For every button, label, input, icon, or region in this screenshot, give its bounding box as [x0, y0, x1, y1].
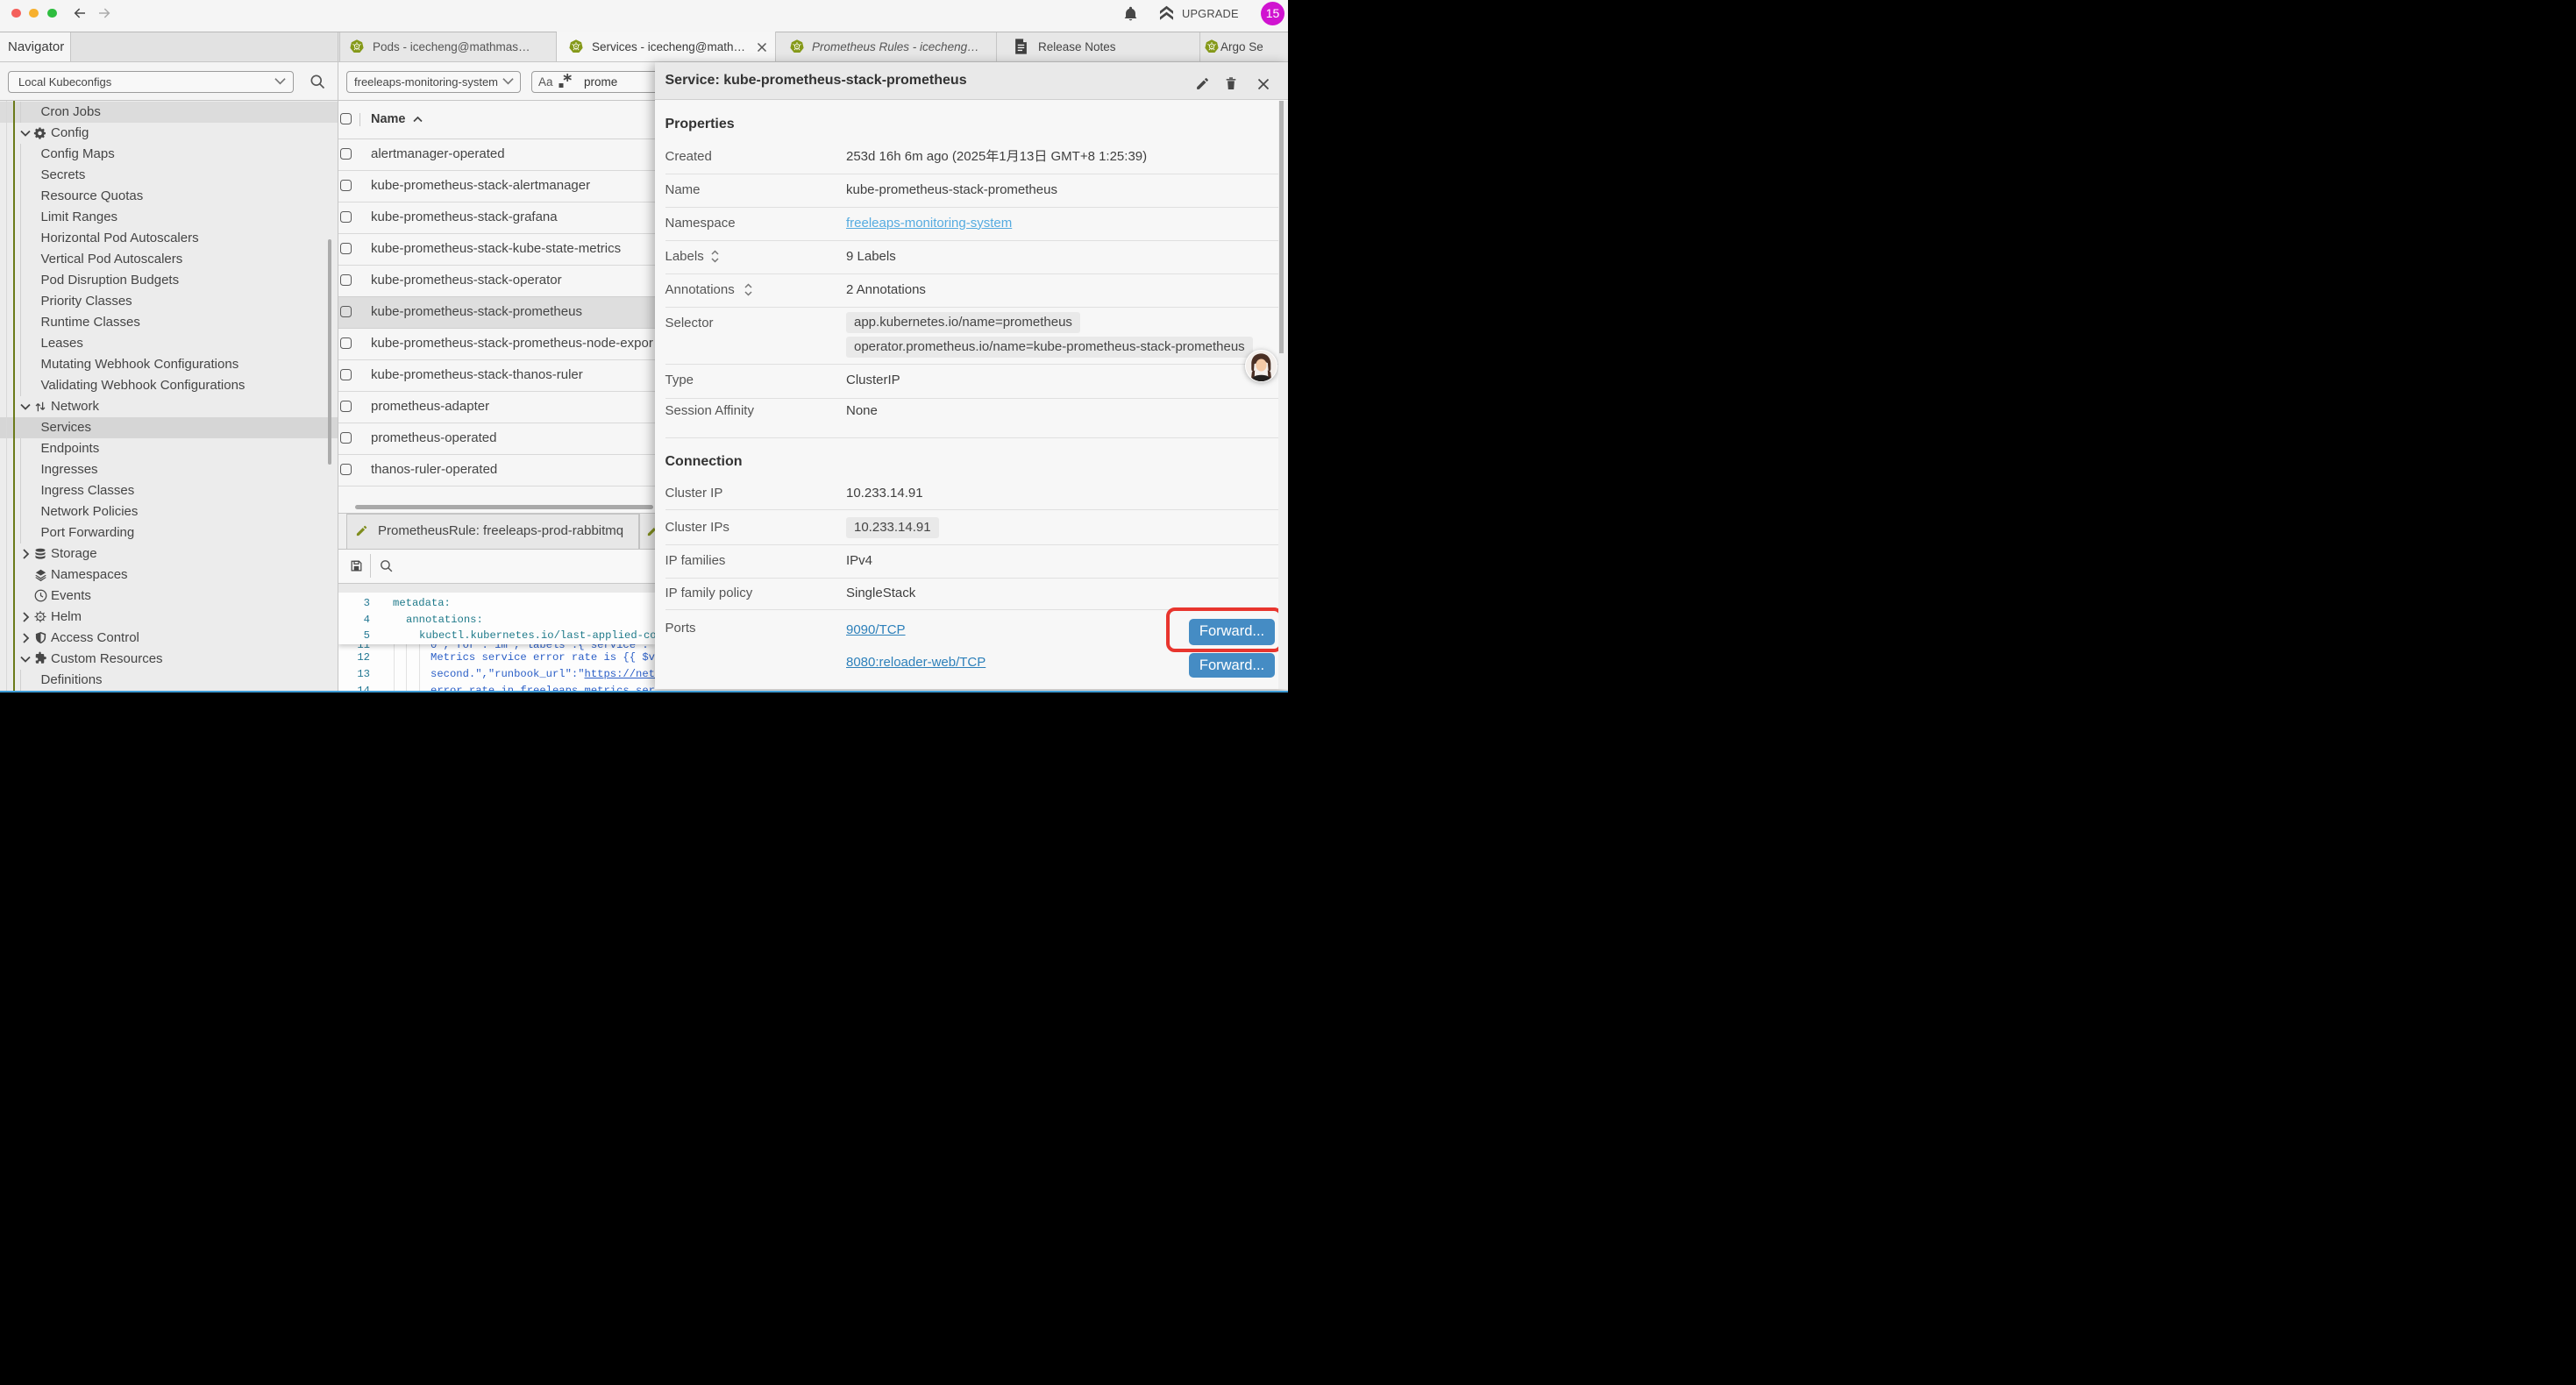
svg-text:H: H [39, 614, 41, 619]
